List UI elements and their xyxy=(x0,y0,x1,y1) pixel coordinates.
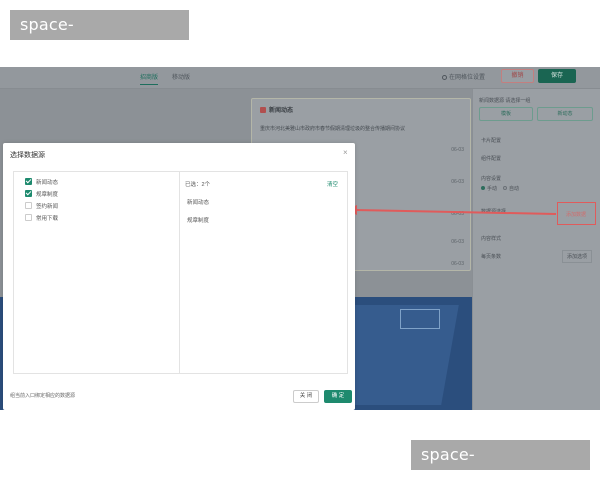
tab-mobile[interactable]: 移动版 xyxy=(172,72,190,81)
settings-icon xyxy=(442,75,447,80)
preview-setting[interactable]: 在网格位设置 xyxy=(442,72,485,81)
news-icon xyxy=(260,107,266,113)
news-date: 06-03 xyxy=(451,261,464,267)
panel-row: 内容设置 xyxy=(481,176,502,182)
close-icon[interactable]: × xyxy=(343,149,348,157)
add-data-button[interactable]: 添加数据 xyxy=(566,211,586,218)
undo-button[interactable]: 撤销 xyxy=(501,69,534,83)
selected-count: 已选：2个 xyxy=(185,182,211,188)
confirm-button[interactable]: 确 定 xyxy=(324,390,352,403)
dialog-title: 选择数据源 xyxy=(10,152,45,159)
add-option-button[interactable]: 添加选项 xyxy=(561,250,592,263)
checkbox-checked-icon xyxy=(25,178,32,185)
datasource-list: 新闻动态 规章制度 签约新闻 常用下载 xyxy=(14,172,180,373)
selected-item: 规章制度 xyxy=(187,218,210,224)
datasource-item[interactable]: 规章制度 xyxy=(25,190,58,198)
radio-checked-icon xyxy=(481,186,485,190)
datasource-item[interactable]: 签约新闻 xyxy=(25,202,58,210)
segment-template[interactable]: 模板 xyxy=(479,107,533,121)
news-date: 06-03 xyxy=(451,147,464,153)
select-datasource-dialog: 选择数据源 × 新闻动态 规章制度 签约新闻 常用下载 已选：2个 清空 新闻动… xyxy=(3,143,355,410)
tab-pc[interactable]: 招商版 xyxy=(140,72,159,85)
panel-row: 内容样式 xyxy=(481,236,502,242)
news-date: 06-03 xyxy=(451,239,464,245)
checkbox-unchecked-icon xyxy=(25,202,32,209)
panel-row[interactable]: 组件配置 xyxy=(481,155,501,162)
dialog-body: 新闻动态 规章制度 签约新闻 常用下载 已选：2个 清空 新闻动态 规章制度 xyxy=(13,171,348,374)
checkbox-checked-icon xyxy=(25,190,32,197)
news-card-text: 重庆市河北美雅山市政府市春节假期清理垃圾的整合传播期间协议 xyxy=(260,126,406,132)
datasource-item[interactable]: 常用下载 xyxy=(25,214,58,222)
datasource-item[interactable]: 新闻动态 xyxy=(25,178,58,186)
watermark-bottom: space-bbsports.com xyxy=(411,440,590,480)
checkbox-unchecked-icon xyxy=(25,214,32,221)
panel-row[interactable]: 卡片配置 xyxy=(481,137,501,144)
panel-row: 每页条数 xyxy=(481,254,502,260)
selected-item: 新闻动态 xyxy=(187,200,210,206)
properties-panel: 新闻数据源 请选择一组 模板 新动态 卡片配置 组件配置 内容设置 手动 自动 数… xyxy=(472,89,600,410)
banner-screen xyxy=(400,309,440,329)
save-button[interactable]: 保存 xyxy=(538,69,576,83)
panel-title: 新闻数据源 请选择一组 xyxy=(479,98,531,104)
app-screenshot: 招商版 移动版 在网格位设置 撤销 保存 新闻动态 重庆市河北美雅山市政府市春节… xyxy=(0,67,600,410)
segment-news[interactable]: 新动态 xyxy=(537,107,593,121)
close-button[interactable]: 关 闭 xyxy=(293,390,319,403)
watermark-top: space-bbsports.com xyxy=(10,10,189,64)
radio-unchecked-icon xyxy=(503,186,508,190)
app-topbar: 招商版 移动版 在网格位设置 撤销 保存 xyxy=(0,67,600,89)
clear-button[interactable]: 清空 xyxy=(327,180,338,188)
page: space-bbsports.com 招商版 移动版 在网格位设置 撤销 保存 … xyxy=(0,0,600,480)
news-date: 06-03 xyxy=(451,179,464,185)
selected-list: 已选：2个 清空 新闻动态 规章制度 xyxy=(180,172,347,373)
news-date: 06-03 xyxy=(451,211,464,217)
panel-row: 数据源选择 xyxy=(481,209,507,215)
news-card-title: 新闻动态 xyxy=(260,105,293,114)
radio-group[interactable]: 手动 自动 xyxy=(481,185,519,192)
dialog-hint: 组当前入口绑定相应的数据源 xyxy=(10,393,76,399)
